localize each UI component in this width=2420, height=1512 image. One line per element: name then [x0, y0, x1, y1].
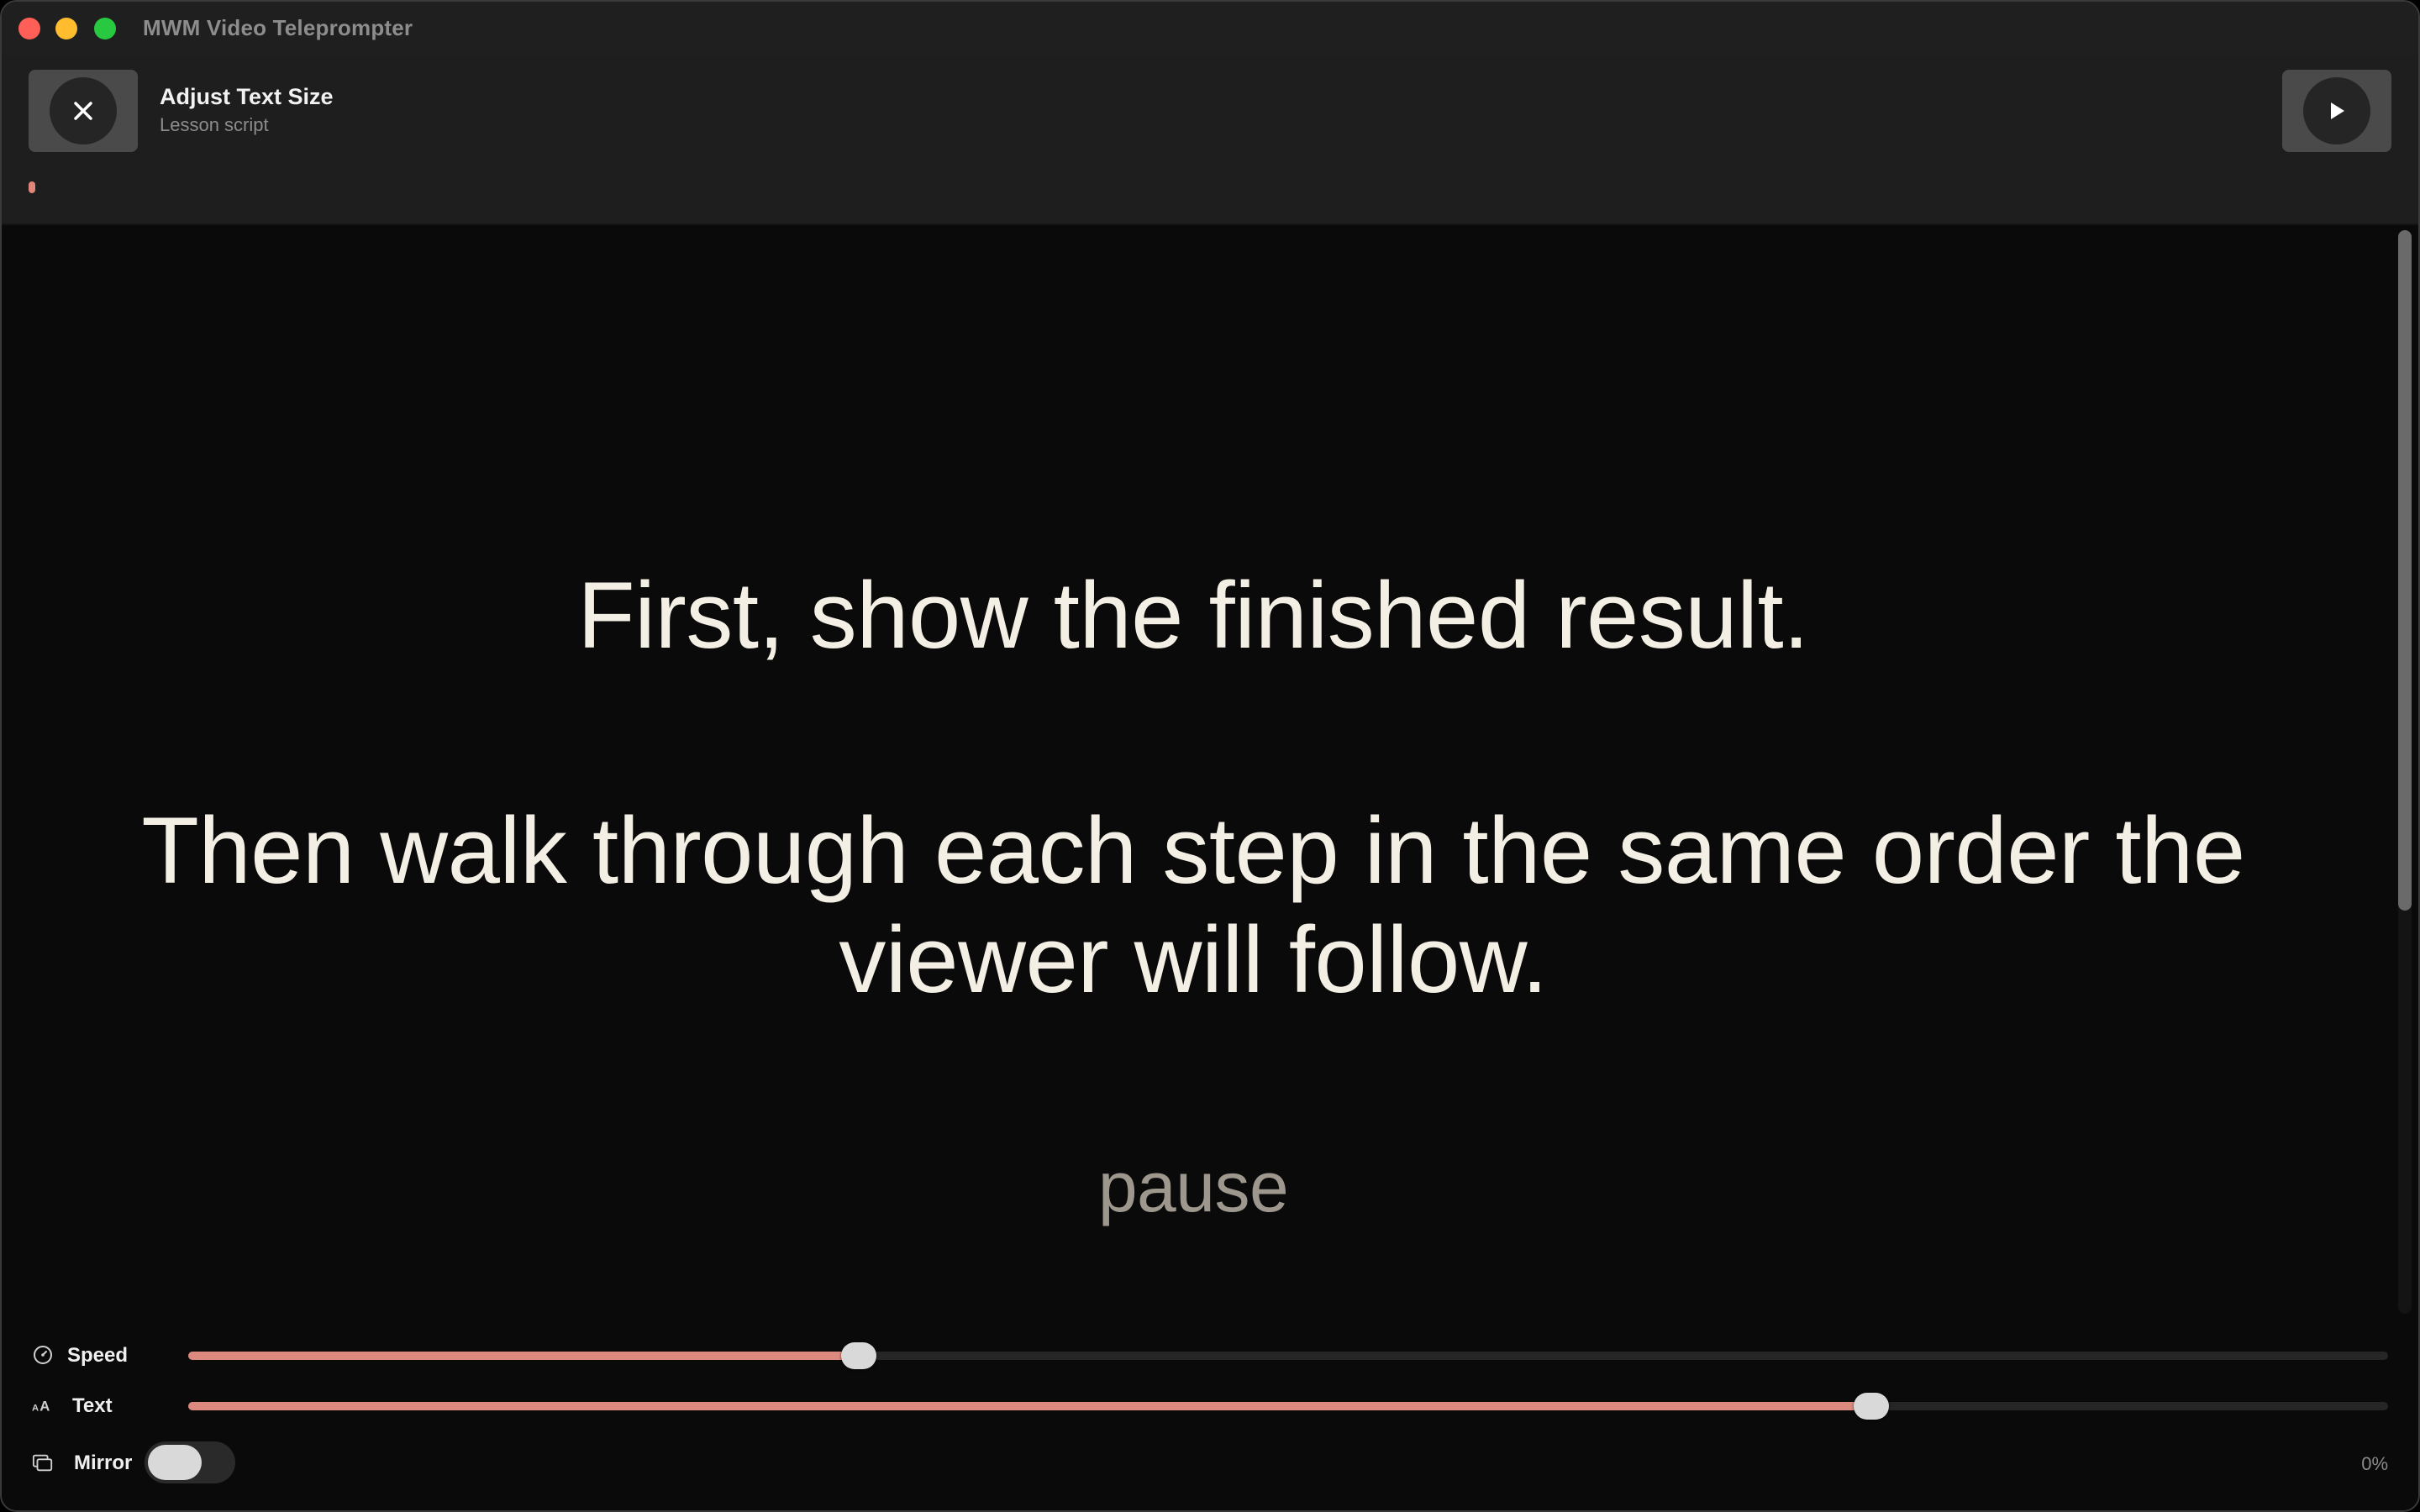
controls-panel: Speed A A Text Mirror 0%: [2, 1317, 2418, 1510]
speed-slider-thumb[interactable]: [841, 1342, 877, 1369]
scrollbar-thumb[interactable]: [2398, 230, 2412, 911]
close-script-button[interactable]: [29, 70, 138, 152]
speed-slider[interactable]: [188, 1342, 2388, 1369]
mirror-toggle[interactable]: [145, 1441, 235, 1483]
window-close-button[interactable]: [18, 18, 40, 39]
title-bar: MWM Video Teleprompter: [2, 2, 2418, 55]
script-subtitle: Lesson script: [160, 114, 269, 135]
play-icon: [2303, 77, 2370, 144]
text-size-label: Text: [72, 1394, 113, 1417]
pause-marker: pause: [1097, 1147, 1289, 1226]
script-scrollbar[interactable]: [2398, 230, 2412, 1314]
text-size-slider[interactable]: [188, 1393, 2388, 1420]
teleprompter-script-area[interactable]: First, show the finished result. Then wa…: [2, 225, 2418, 1317]
speed-label: Speed: [67, 1344, 129, 1367]
svg-text:A: A: [32, 1404, 39, 1414]
text-size-control-row: A A Text: [2, 1384, 2418, 1426]
text-size-slider-fill: [188, 1402, 1871, 1410]
text-size-icon: A A: [32, 1394, 54, 1416]
script-paragraph: First, show the finished result.: [577, 563, 1809, 668]
play-button[interactable]: [2282, 70, 2391, 152]
speed-control-row: Speed: [2, 1334, 2418, 1376]
speed-slider-fill: [188, 1352, 860, 1360]
mirror-toggle-knob: [148, 1445, 202, 1480]
script-title: Adjust Text Size: [160, 84, 334, 109]
close-icon: [50, 77, 117, 144]
window-title: MWM Video Teleprompter: [143, 15, 413, 40]
header-bar: Adjust Text Size Lesson script: [2, 55, 2418, 225]
app-window: MWM Video Teleprompter Adjust Text Size …: [0, 0, 2420, 1512]
script-paragraph: Then walk through each step in the same …: [141, 798, 2245, 1012]
speedometer-icon: [32, 1344, 54, 1366]
svg-text:A: A: [39, 1399, 50, 1415]
mirror-icon: [32, 1452, 54, 1473]
window-maximize-button[interactable]: [94, 18, 116, 39]
mirror-control-row: Mirror 0%: [2, 1441, 2418, 1483]
window-minimize-button[interactable]: [55, 18, 77, 39]
text-size-slider-thumb[interactable]: [1853, 1393, 1889, 1420]
mirror-label: Mirror: [74, 1452, 133, 1474]
script-progress-indicator: [29, 181, 35, 193]
scroll-progress-percent: 0%: [2361, 1453, 2388, 1474]
